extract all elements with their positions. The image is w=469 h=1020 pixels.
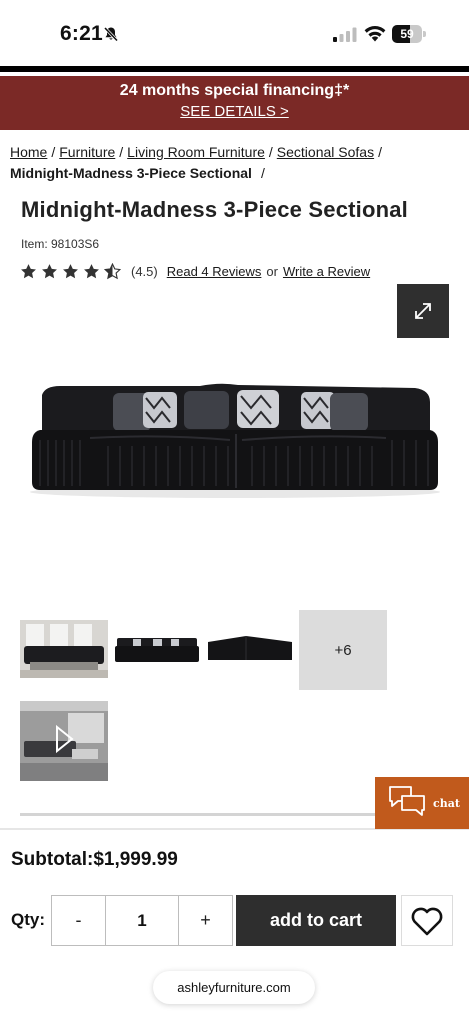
- breadcrumb-home[interactable]: Home: [10, 144, 47, 160]
- subtotal: Subtotal:$1,999.99: [11, 849, 178, 870]
- thumbnail-sectional-front[interactable]: [113, 612, 201, 692]
- product-title: Midnight-Madness 3-Piece Sectional: [21, 197, 408, 222]
- half-star-icon: [104, 262, 121, 279]
- item-number: Item: 98103S6: [21, 237, 100, 251]
- star-rating: [20, 262, 125, 280]
- write-review-link[interactable]: Write a Review: [283, 264, 370, 279]
- thumbnail-video[interactable]: [20, 701, 108, 781]
- browser-url-bar[interactable]: ashleyfurniture.com: [153, 971, 315, 1004]
- chat-button[interactable]: chat: [375, 777, 469, 829]
- bell-slash-icon: [103, 26, 119, 42]
- breadcrumb-separator: /: [51, 144, 56, 160]
- header-rule: [0, 66, 469, 72]
- decrease-quantity-button[interactable]: -: [52, 896, 105, 945]
- see-details-link[interactable]: SEE DETAILS >: [180, 103, 289, 120]
- thumbnail-room-scene[interactable]: [20, 612, 108, 692]
- promo-banner: 24 months special financing‡* SEE DETAIL…: [0, 76, 469, 130]
- breadcrumb: Home / Furniture / Living Room Furniture / Sec…: [10, 142, 460, 184]
- read-reviews-link[interactable]: Read 4 Reviews: [167, 264, 262, 279]
- breadcrumb-living-room-furniture[interactable]: Living Room Furniture: [127, 144, 265, 160]
- heart-icon: [411, 907, 443, 935]
- or-text: or: [266, 263, 278, 279]
- status-time: 6:21: [60, 22, 103, 45]
- thumbnail-sectional-back[interactable]: [206, 612, 294, 692]
- promo-title: 24 months special financing‡*: [119, 82, 350, 99]
- breadcrumb-separator: /: [119, 144, 124, 160]
- status-bar: 6:21 59: [0, 0, 469, 66]
- breadcrumb-furniture[interactable]: Furniture: [59, 144, 115, 160]
- breadcrumb-separator: /: [268, 144, 273, 160]
- sectional-front-photo: [113, 612, 201, 692]
- star-icon: [42, 263, 57, 278]
- product-main-image[interactable]: [20, 350, 450, 540]
- cellular-signal-icon: [333, 27, 357, 42]
- more-images-button[interactable]: +6: [299, 610, 387, 690]
- add-to-cart-button[interactable]: add to cart: [236, 895, 396, 946]
- breadcrumb-sectional-sofas[interactable]: Sectional Sofas: [277, 144, 374, 160]
- chat-label: chat: [433, 796, 460, 810]
- star-icon: [63, 263, 78, 278]
- wifi-icon: [364, 25, 386, 42]
- qty-label: Qty:: [11, 910, 45, 929]
- chat-bubbles-icon: [389, 786, 425, 816]
- battery-icon: 59: [392, 25, 426, 43]
- breadcrumb-separator: /: [260, 165, 265, 181]
- breadcrumb-current: Midnight-Madness 3-Piece Sectional: [10, 165, 252, 181]
- breadcrumb-separator: /: [378, 144, 382, 160]
- video-thumbnail: [20, 701, 108, 781]
- room-scene-photo: [20, 612, 108, 692]
- expand-arrows-icon: [415, 303, 431, 319]
- quantity-stepper: - 1 +: [51, 895, 233, 946]
- battery-level: 59: [400, 27, 414, 41]
- wishlist-button[interactable]: [401, 895, 453, 946]
- star-icon: [84, 263, 99, 278]
- star-icon: [21, 263, 36, 278]
- increase-quantity-button[interactable]: +: [179, 896, 232, 945]
- sectional-back-photo: [206, 612, 294, 692]
- rating-value: (4.5): [131, 263, 158, 279]
- rating-row: (4.5) Read 4 Reviews or Write a Review: [20, 261, 370, 281]
- quantity-input[interactable]: 1: [105, 896, 179, 945]
- expand-image-button[interactable]: [397, 284, 449, 338]
